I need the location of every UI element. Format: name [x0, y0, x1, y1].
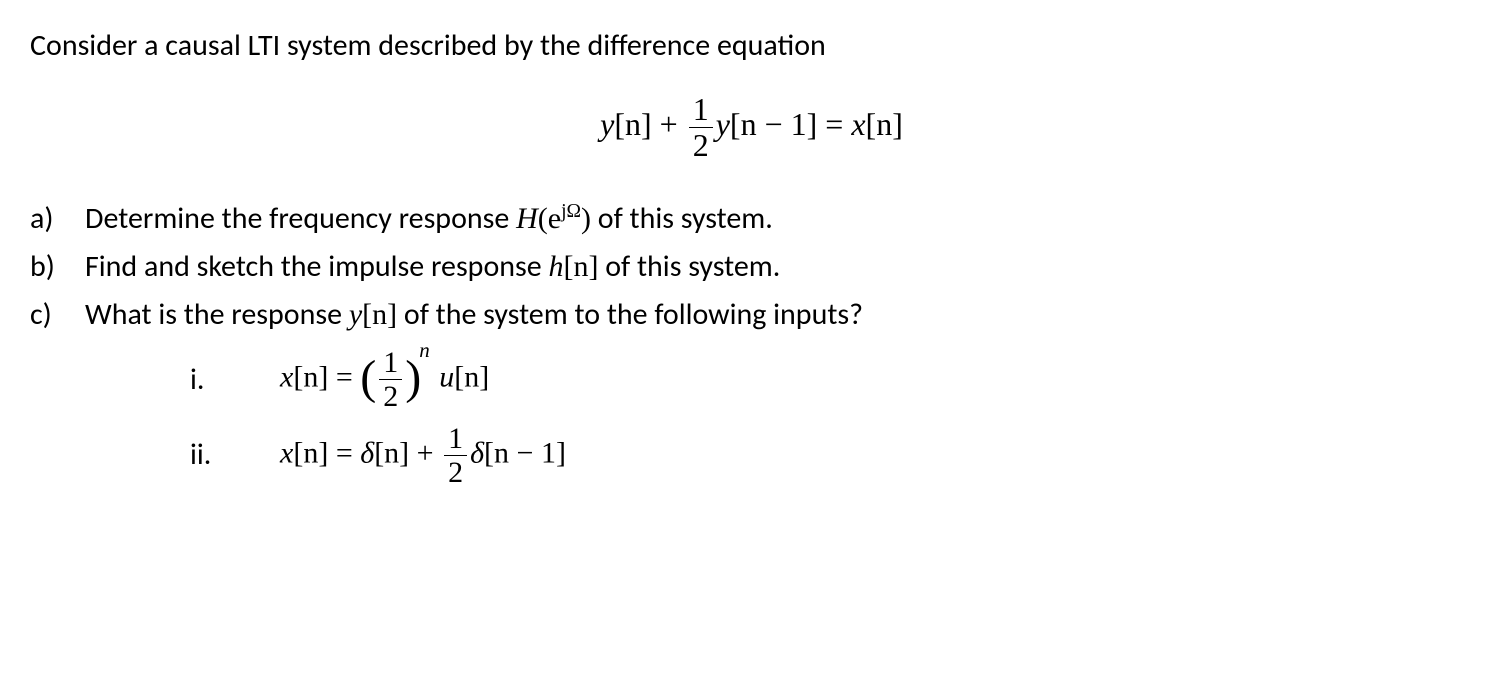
part-a-content: Determine the frequency response H(ejΩ) …	[85, 198, 1473, 240]
sub-ii-eq: x[n] = δ[n] + 12δ[n − 1]	[280, 422, 566, 489]
sub-i-frac: 12	[379, 346, 402, 413]
eq-arg3: [n]	[866, 106, 903, 142]
eq-equals: =	[817, 106, 851, 142]
intro-text: Consider a causal LTI system described b…	[30, 25, 1473, 67]
part-c-marker: c)	[30, 294, 85, 496]
sub-i-u: u	[439, 361, 454, 394]
sub-ii-plus: +	[409, 436, 441, 469]
part-b-content: Find and sketch the impulse response h[n…	[85, 246, 1473, 288]
eq-y2: y	[716, 106, 730, 142]
part-a-paren-open: (	[538, 202, 548, 235]
part-a-e: e	[548, 202, 561, 235]
eq-frac-den: 2	[689, 128, 713, 163]
subpart-ii: ii. x[n] = δ[n] + 12δ[n − 1]	[190, 422, 1473, 489]
part-b-arg: [n]	[563, 250, 598, 283]
part-a-exp: jΩ	[561, 201, 581, 222]
eq-arg2: [n − 1]	[730, 106, 817, 142]
sub-i-marker: i.	[190, 359, 280, 401]
sub-i-eq: x[n] = (12)n u[n]	[280, 346, 489, 413]
sub-ii-frac-den: 2	[444, 456, 467, 489]
sub-ii-arg2: [n]	[374, 436, 409, 469]
part-c-text1: What is the response	[85, 296, 349, 333]
sub-ii-frac: 12	[444, 422, 467, 489]
part-a: a) Determine the frequency response H(ej…	[30, 198, 1473, 240]
part-b-marker: b)	[30, 246, 85, 288]
sub-ii-frac-num: 1	[444, 422, 467, 456]
sub-ii-equals: =	[328, 436, 360, 469]
sub-i-arg2: [n]	[454, 361, 489, 394]
part-a-H: H	[516, 202, 538, 235]
part-c-arg: [n]	[362, 298, 397, 331]
part-a-text2: of this system.	[591, 200, 773, 237]
sub-i-exp: n	[419, 338, 430, 362]
part-b-text2: of this system.	[598, 248, 780, 285]
main-equation: y[n] + 12y[n − 1] = x[n]	[30, 92, 1473, 163]
subpart-i: i. x[n] = (12)n u[n]	[190, 346, 1473, 413]
part-c-content: What is the response y[n] of the system …	[85, 294, 1473, 496]
eq-frac-num: 1	[689, 92, 713, 128]
part-c-text2: of the system to the following inputs?	[397, 296, 863, 333]
sub-i-arg1: [n]	[293, 361, 328, 394]
part-b-text1: Find and sketch the impulse response	[85, 248, 548, 285]
eq-plus: +	[652, 106, 686, 142]
sub-i-equals: =	[328, 361, 360, 394]
part-a-paren-close: )	[581, 202, 591, 235]
eq-x: x	[851, 106, 865, 142]
part-b-h: h	[548, 250, 563, 283]
part-a-marker: a)	[30, 198, 85, 240]
sub-ii-d2: δ	[470, 436, 484, 469]
sub-ii-marker: ii.	[190, 434, 280, 476]
sub-i-frac-num: 1	[379, 346, 402, 380]
sub-ii-arg3: [n − 1]	[484, 436, 566, 469]
eq-arg1: [n]	[614, 106, 651, 142]
parts-list: a) Determine the frequency response H(ej…	[30, 198, 1473, 496]
part-c-y: y	[349, 298, 362, 331]
part-a-text1: Determine the frequency response	[85, 200, 516, 237]
eq-frac: 12	[689, 92, 713, 163]
sub-ii-arg1: [n]	[293, 436, 328, 469]
sub-ii-d1: δ	[360, 436, 374, 469]
part-b: b) Find and sketch the impulse response …	[30, 246, 1473, 288]
eq-y1: y	[600, 106, 614, 142]
sub-ii-x: x	[280, 436, 293, 469]
part-c: c) What is the response y[n] of the syst…	[30, 294, 1473, 496]
subparts-list: i. x[n] = (12)n u[n] ii. x[n] = δ[n] + 1…	[190, 346, 1473, 488]
sub-i-frac-den: 2	[379, 380, 402, 413]
sub-i-x: x	[280, 361, 293, 394]
